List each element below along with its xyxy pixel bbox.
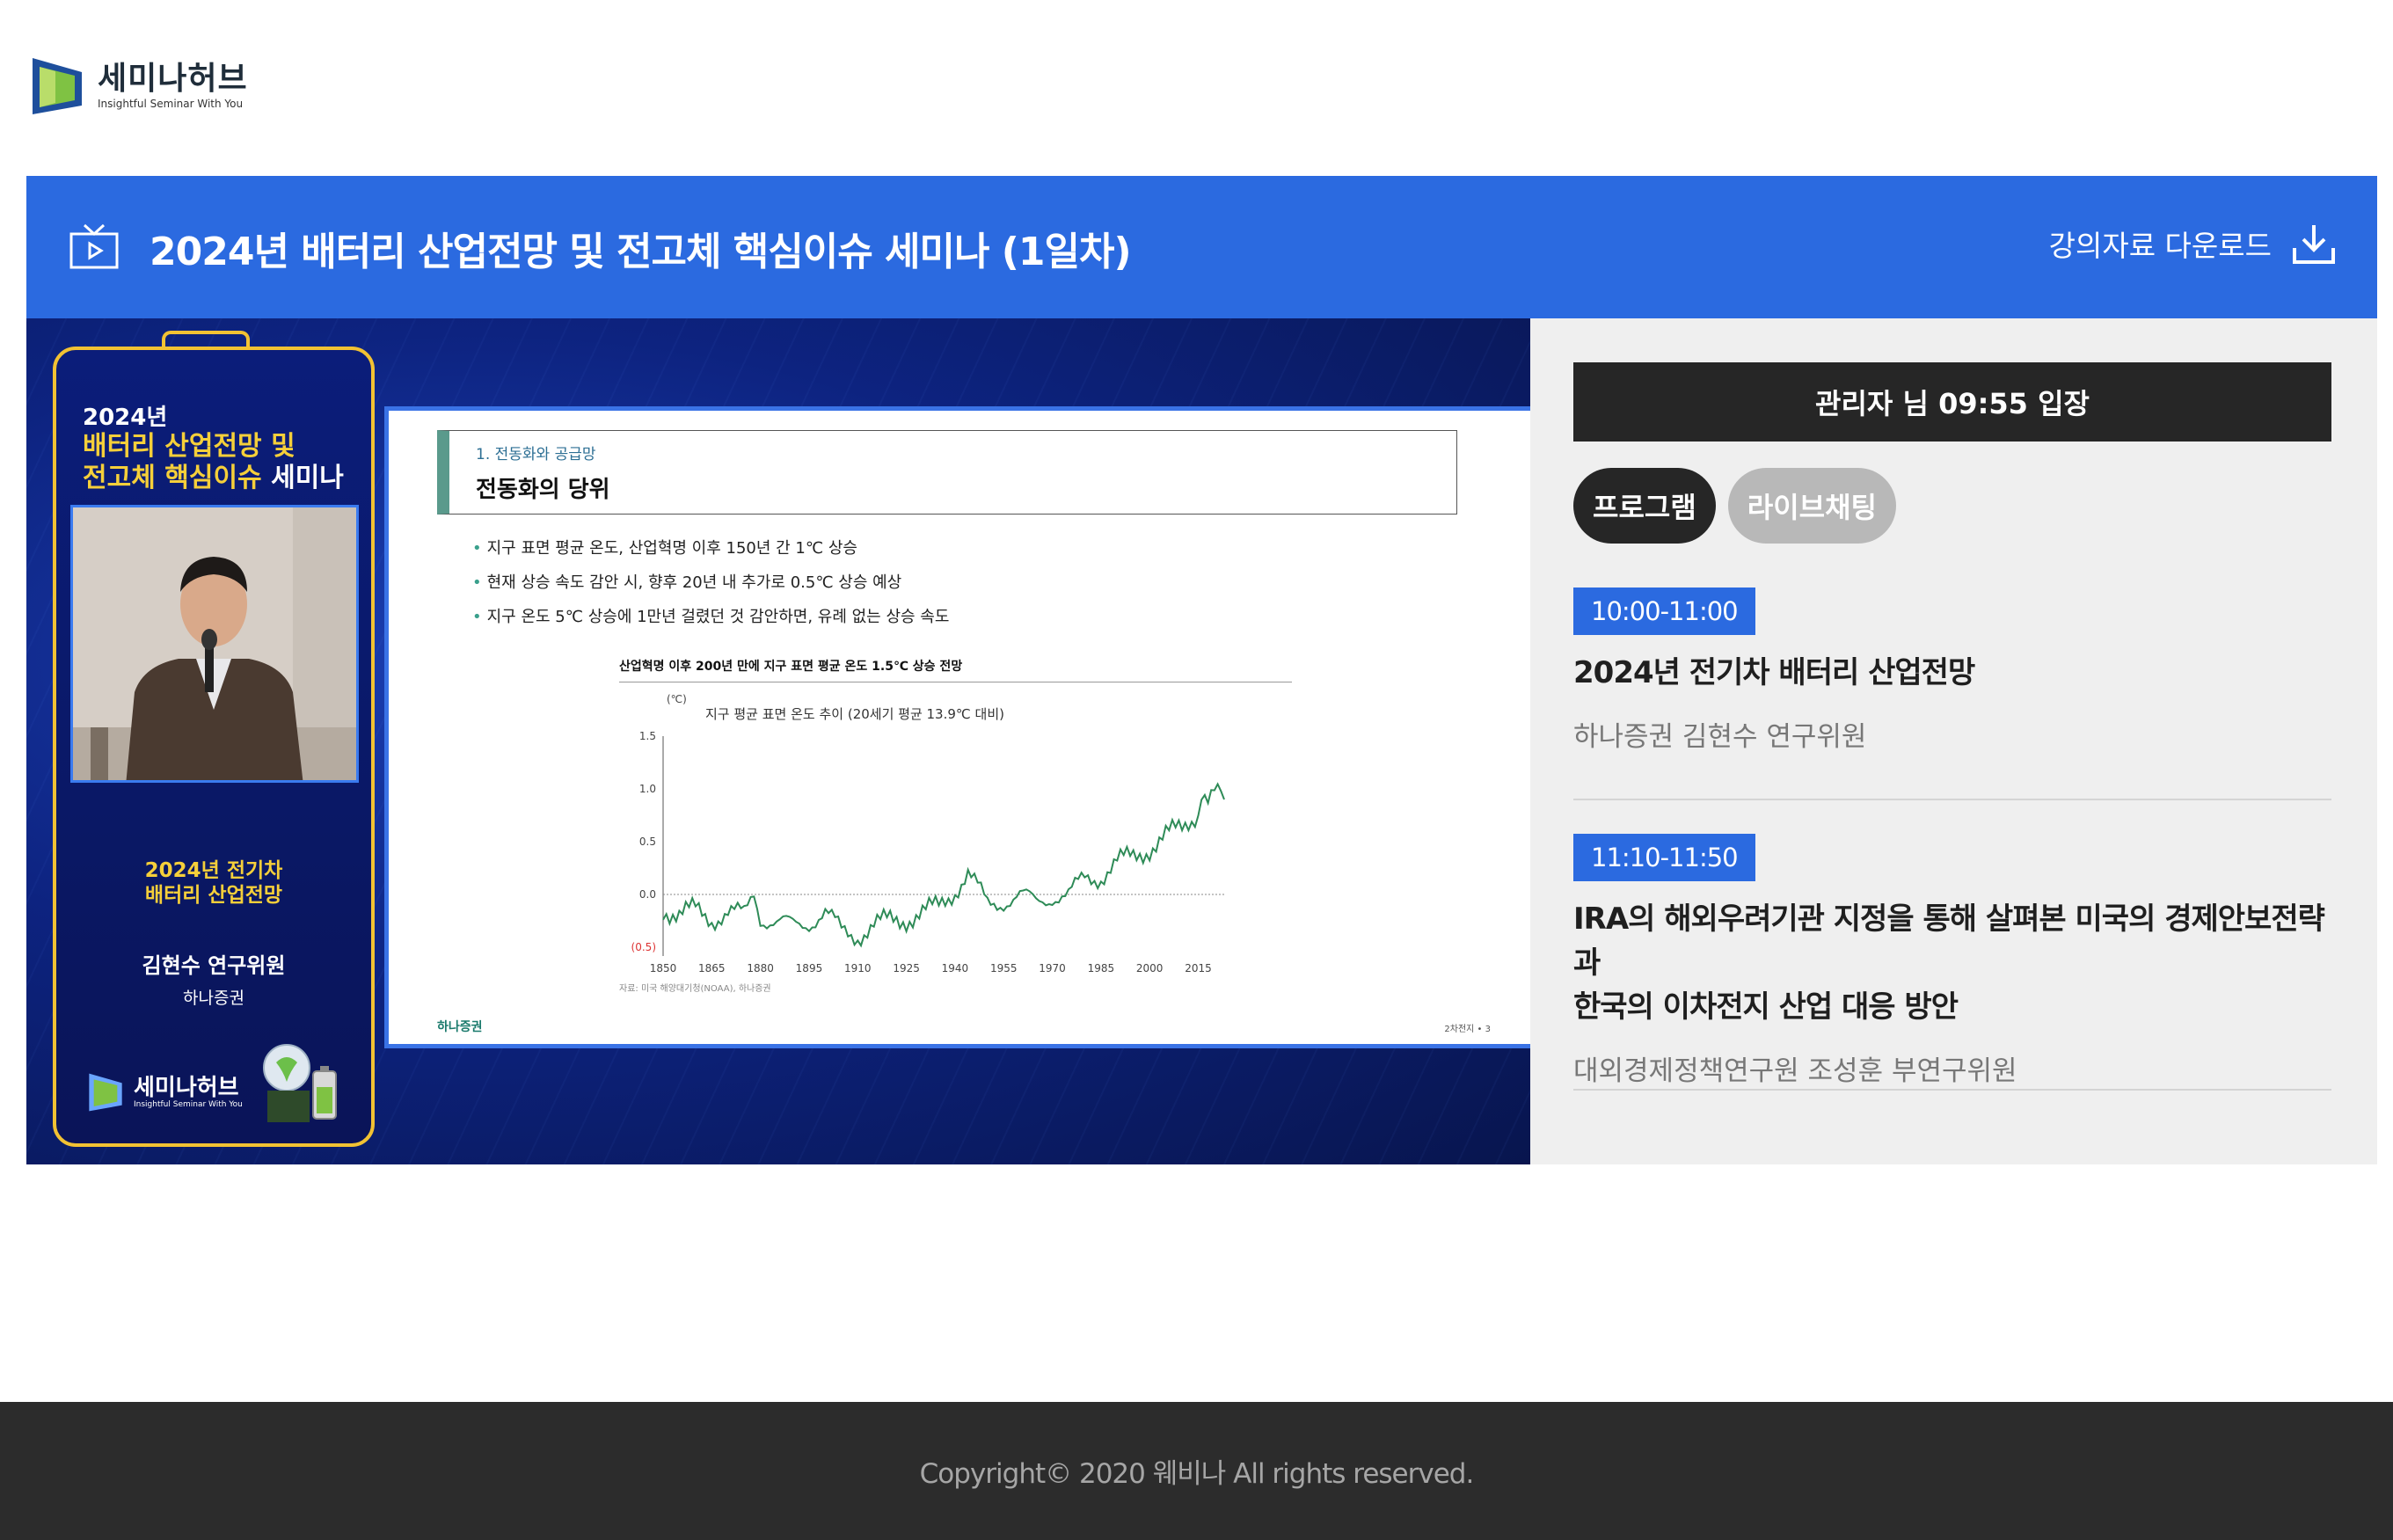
battery-bulb-icon (263, 1044, 337, 1122)
slide-footer-logo: 하나증권 (437, 1020, 483, 1034)
slide-title: 전동화의 당위 (476, 477, 610, 503)
copyright-text: Copyright© 2020 웨비나 All rights reserved. (919, 1458, 1475, 1490)
program-time-badge: 11:10-11:50 (1573, 834, 1755, 881)
card-topic-line2: 배터리 산업전망 (144, 884, 283, 907)
download-icon (2293, 225, 2335, 264)
card-logo-tag: Insightful Seminar With You (134, 1100, 243, 1109)
tab-live-chat[interactable]: 라이브채팅 (1727, 468, 1896, 544)
lecture-slide: 1. 전동화와 공급망 전동화의 당위 지구 표면 평균 온도, 산업혁명 이후… (384, 406, 1530, 1048)
chart-y-tick: 1.0 (639, 783, 656, 795)
chart-x-tick: 1850 (650, 962, 677, 974)
chart-x-tick: 2015 (1185, 962, 1212, 974)
chart-heading: 산업혁명 이후 200년 만에 지구 표면 평균 온도 1.5℃ 상승 전망 (619, 657, 1292, 682)
program-time-badge: 10:00-11:00 (1573, 588, 1755, 635)
chart-x-tick: 1925 (893, 962, 920, 974)
program-title: 2024년 전기차 배터리 산업전망 (1573, 655, 1975, 690)
chart-x-tick: 1970 (1039, 962, 1066, 974)
slide-source: 자료: 미국 해양대기청(NOAA), 하나증권 (619, 984, 771, 994)
panel-tabs: 프로그램 라이브채팅 (1573, 468, 1896, 544)
slide-bullets: 지구 표면 평균 온도, 산업혁명 이후 150년 간 1℃ 상승 현재 상승 … (472, 536, 950, 639)
chart-y-tick: 0.0 (639, 888, 656, 901)
seminar-title-bar: 2024년 배터리 산업전망 및 전고체 핵심이슈 세미나 (1일차) 강의자료… (26, 176, 2377, 318)
logo-mark-icon (33, 58, 82, 114)
card-year: 2024년 (83, 405, 168, 431)
card-logo: 세미나허브 Insightful Seminar With You (86, 1071, 243, 1113)
card-org: 하나증권 (183, 989, 244, 1008)
site-logo[interactable]: 세미나허브 Insightful Seminar With You (29, 55, 248, 118)
program-item: 10:00-11:00 2024년 전기차 배터리 산업전망 하나증권 김현수 … (1573, 588, 2331, 800)
video-player[interactable]: 2024년 배터리 산업전망 및 전고체 핵심이슈 세미나 2024년 전기차 … (26, 318, 1530, 1164)
slide-bullet: 지구 온도 5℃ 상승에 1만년 걸렸던 것 감안하면, 유례 없는 상승 속도 (472, 604, 950, 639)
slide-bullet: 지구 표면 평균 온도, 산업혁명 이후 150년 간 1℃ 상승 (472, 536, 949, 570)
chart-x-tick: 1880 (747, 962, 774, 974)
chart-y-tick: 1.5 (639, 730, 656, 742)
tab-program[interactable]: 프로그램 (1573, 468, 1716, 544)
chart-x-tick: 1895 (796, 962, 823, 974)
chart-y-tick: 0.5 (639, 836, 656, 848)
program-speaker: 대외경제정책연구원 조성훈 부연구위원 (1573, 1055, 2017, 1087)
chart-series-line (662, 782, 1225, 948)
chart-x-tick: 1985 (1088, 962, 1115, 974)
side-panel: 관리자 님 09:55 입장 프로그램 라이브채팅 10:00-11:00 20… (1530, 318, 2377, 1164)
tv-icon (69, 223, 119, 269)
speaker-photo (70, 505, 359, 783)
speaker-card: 2024년 배터리 산업전망 및 전고체 핵심이슈 세미나 2024년 전기차 … (53, 331, 375, 1147)
chart-x-tick: 1910 (844, 962, 872, 974)
card-topic: 2024년 전기차 배터리 산업전망 (56, 858, 371, 908)
slide-page: 2차전지 • 3 (1444, 1025, 1491, 1034)
entry-notice: 관리자 님 09:55 입장 (1573, 362, 2331, 442)
chart-y-label: (℃) (667, 693, 687, 705)
temperature-chart: (℃) 지구 평균 표면 온도 추이 (20세기 평균 13.9℃ 대비) 1.… (631, 693, 1225, 974)
card-title: 배터리 산업전망 및 전고체 핵심이슈 세미나 (83, 431, 344, 494)
card-title-line2b: 세미나 (271, 463, 344, 493)
logo-tagline: Insightful Seminar With You (98, 98, 244, 110)
chart-x-tick: 1865 (698, 962, 726, 974)
slide-bullet: 현재 상승 속도 감안 시, 향후 20년 내 추가로 0.5℃ 상승 예상 (472, 570, 949, 604)
card-logo-mark-icon (89, 1073, 122, 1112)
card-title-line1: 배터리 산업전망 및 (83, 431, 295, 462)
program-title-line2: 한국의 이차전지 산업 대응 방안 (1573, 989, 1959, 1025)
program-title-line1: IRA의 해외우려기관 지정을 통해 살펴본 미국의 경제안보전략과 (1573, 901, 2325, 981)
card-logo-name: 세미나허브 (134, 1075, 239, 1101)
program-speaker: 하나증권 김현수 연구위원 (1573, 721, 1867, 753)
chart-x-tick: 1940 (942, 962, 969, 974)
logo-name: 세미나허브 (98, 61, 248, 97)
chart-x-tick: 2000 (1136, 962, 1164, 974)
program-title: IRA의 해외우려기관 지정을 통해 살펴본 미국의 경제안보전략과 한국의 이… (1573, 897, 2331, 1029)
card-speaker: 김현수 연구위원 (142, 953, 286, 978)
card-title-line2a: 전고체 핵심이슈 (83, 463, 272, 493)
chart-x-tick: 1955 (990, 962, 1018, 974)
page-title: 2024년 배터리 산업전망 및 전고체 핵심이슈 세미나 (1일차) (150, 230, 1132, 274)
download-label: 강의자료 다운로드 (2048, 229, 2272, 263)
page-footer: Copyright© 2020 웨비나 All rights reserved. (0, 1402, 2393, 1540)
card-tab (162, 331, 250, 350)
chart-title: 지구 평균 표면 온도 추이 (20세기 평균 13.9℃ 대비) (705, 706, 1004, 722)
card-topic-line1: 2024년 전기차 (144, 859, 283, 882)
download-materials-button[interactable]: 강의자료 다운로드 (2049, 222, 2337, 266)
program-item: 11:10-11:50 IRA의 해외우려기관 지정을 통해 살펴본 미국의 경… (1573, 834, 2331, 1091)
chart-y-tick: (0.5) (631, 941, 656, 953)
slide-header: 1. 전동화와 공급망 전동화의 당위 (437, 430, 1457, 515)
slide-section: 1. 전동화와 공급망 (476, 446, 596, 463)
